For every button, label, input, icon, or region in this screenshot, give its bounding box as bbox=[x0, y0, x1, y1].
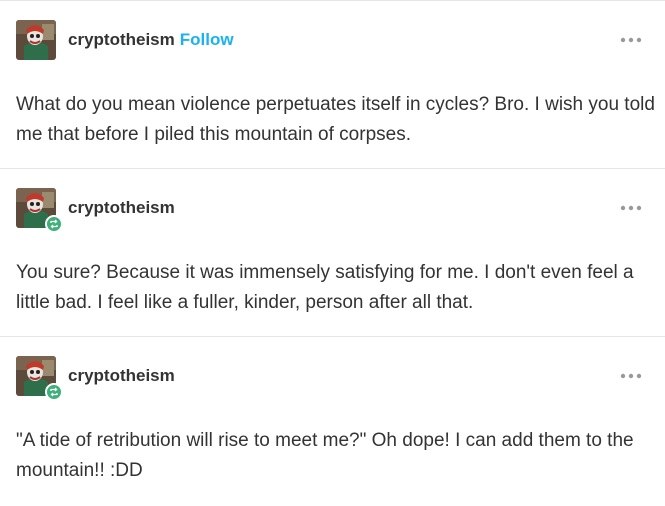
more-options-icon[interactable] bbox=[619, 32, 643, 48]
reblog-icon bbox=[45, 215, 63, 233]
username[interactable]: cryptotheism bbox=[68, 30, 175, 50]
post: cryptotheism You sure? Because it was im… bbox=[0, 169, 665, 336]
avatar[interactable] bbox=[16, 20, 56, 60]
more-options-icon[interactable] bbox=[619, 368, 643, 384]
follow-button[interactable]: Follow bbox=[180, 30, 234, 50]
post-header: cryptotheism Follow bbox=[16, 20, 234, 60]
avatar[interactable] bbox=[16, 188, 63, 233]
post-header: cryptotheism bbox=[16, 356, 175, 401]
post-header: cryptotheism bbox=[16, 188, 175, 233]
post-body: "A tide of retribution will rise to meet… bbox=[16, 430, 634, 481]
post-body: You sure? Because it was immensely satis… bbox=[16, 262, 634, 313]
username[interactable]: cryptotheism bbox=[68, 366, 175, 386]
avatar[interactable] bbox=[16, 356, 63, 401]
more-options-icon[interactable] bbox=[619, 200, 643, 216]
reblog-icon bbox=[45, 383, 63, 401]
avatar-image bbox=[16, 20, 56, 60]
post-body: What do you mean violence perpetuates it… bbox=[16, 94, 655, 145]
post: cryptotheism "A tide of retribution will… bbox=[0, 337, 665, 506]
username[interactable]: cryptotheism bbox=[68, 198, 175, 218]
post: cryptotheism Follow What do you mean vio… bbox=[0, 1, 665, 168]
